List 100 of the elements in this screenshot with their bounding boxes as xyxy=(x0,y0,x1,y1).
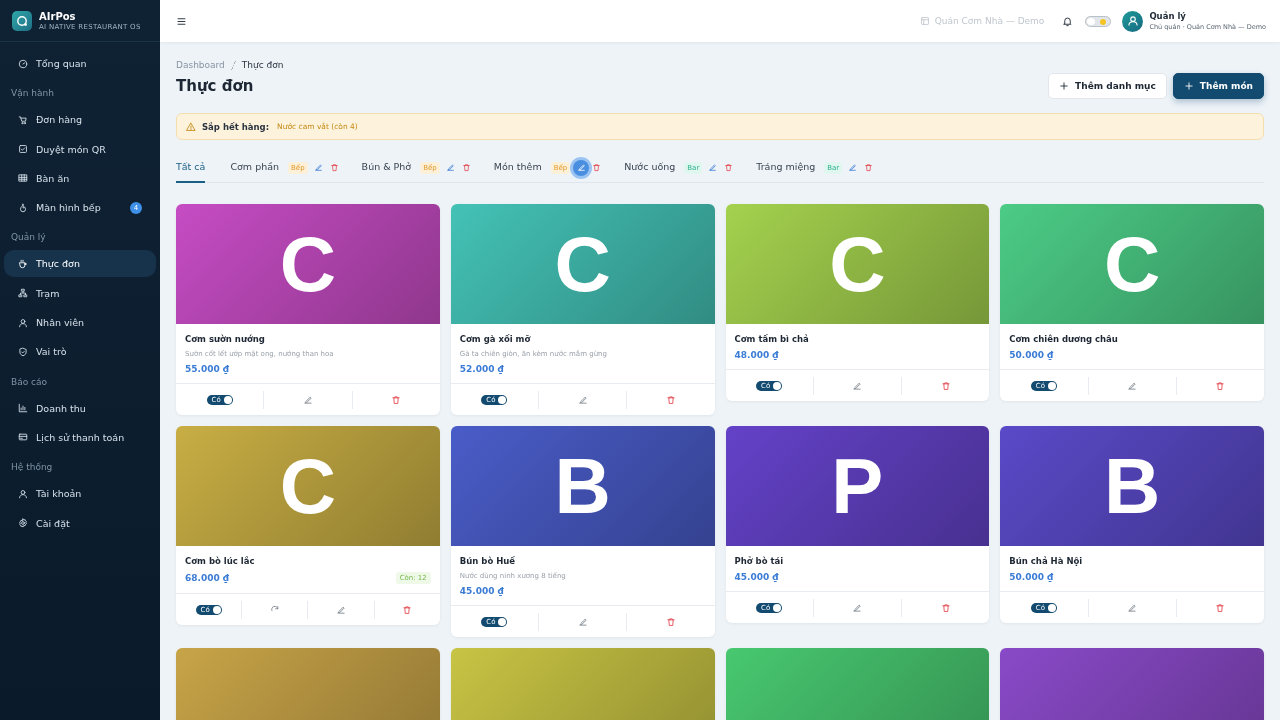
delete-button[interactable] xyxy=(329,162,340,173)
edit-button[interactable] xyxy=(573,159,590,176)
category-tab[interactable]: Bún & Phở xyxy=(361,152,412,183)
delete-icon xyxy=(724,162,734,172)
delete-button[interactable] xyxy=(402,604,413,615)
edit-button[interactable] xyxy=(302,394,313,405)
item-price: 68.000 ₫ xyxy=(185,573,230,583)
sidebar-item[interactable]: Tổng quan xyxy=(4,50,156,77)
delete-icon xyxy=(665,394,676,405)
edit-button[interactable] xyxy=(1127,602,1138,613)
theme-toggle[interactable] xyxy=(1085,15,1112,27)
settings-icon xyxy=(18,518,28,529)
edit-button[interactable] xyxy=(577,616,588,627)
item-name: Bún chả Hà Nội xyxy=(1009,556,1084,566)
sidebar-item[interactable]: Bàn ăn xyxy=(4,164,156,192)
item-price: 45.000 ₫ xyxy=(734,572,779,582)
delete-button[interactable] xyxy=(665,394,676,405)
edit-icon xyxy=(852,602,863,613)
add-button[interactable]: Thêm món xyxy=(1172,73,1264,99)
table-icon xyxy=(18,173,28,184)
warning-icon xyxy=(186,121,196,132)
thumbnail-letter: C xyxy=(279,447,337,525)
thumbnail-letter: C xyxy=(829,225,886,303)
delete-button[interactable] xyxy=(1215,380,1226,391)
menu-button[interactable] xyxy=(176,15,187,27)
user-icon xyxy=(18,488,28,499)
shield-icon xyxy=(18,346,28,357)
edit-icon xyxy=(313,162,323,172)
avatar-icon xyxy=(1122,10,1144,32)
edit-button[interactable] xyxy=(577,394,588,405)
item-price: 50.000 ₫ xyxy=(1009,572,1054,582)
thumbnail-letter: C xyxy=(279,225,337,303)
item-name: Cơm gà xối mỡ xyxy=(459,334,532,344)
item-name: Cơm bò lúc lắc xyxy=(185,556,256,566)
item-name: Bún bò Huế xyxy=(459,556,517,566)
add-button[interactable]: Thêm danh mục xyxy=(1048,73,1167,99)
sidebar-item[interactable]: Đơn hàng xyxy=(4,106,156,134)
item-price: 50.000 ₫ xyxy=(1009,350,1054,360)
edit-icon xyxy=(577,394,588,405)
section-title: Báo cáo xyxy=(10,375,49,389)
category-tab[interactable]: Món thêm xyxy=(493,152,542,183)
edit-button[interactable] xyxy=(852,602,863,613)
sidebar-item[interactable]: Nhân viên xyxy=(4,309,156,337)
flame-icon xyxy=(18,202,28,213)
edit-button[interactable] xyxy=(445,162,456,173)
alert-title: Sắp hết hàng: xyxy=(202,121,270,132)
category-tab[interactable]: Tất cả xyxy=(176,152,206,183)
item-name: Phở bò tái xyxy=(734,556,785,566)
category-tab[interactable]: Tráng miệng xyxy=(756,152,816,183)
edit-button[interactable] xyxy=(852,380,863,391)
sidebar-item[interactable]: Cài đặt xyxy=(4,509,156,537)
sidebar-item[interactable]: Duyệt món QR xyxy=(4,135,156,163)
section-title: Hệ thống xyxy=(10,461,54,475)
delete-icon xyxy=(402,604,413,615)
delete-button[interactable] xyxy=(724,162,735,173)
edit-icon xyxy=(708,162,718,172)
category-tab[interactable]: Cơm phần xyxy=(230,152,280,183)
sidebar-item[interactable]: Tài khoản xyxy=(4,480,156,508)
delete-icon xyxy=(1215,602,1226,613)
logo-icon xyxy=(12,10,32,31)
user-icon xyxy=(18,317,28,328)
gauge-icon xyxy=(18,58,28,69)
cart-icon xyxy=(18,114,28,125)
delete-icon xyxy=(665,616,676,627)
thumbnail-letter: B xyxy=(1103,447,1161,525)
delete-icon xyxy=(940,380,951,391)
edit-button[interactable] xyxy=(708,162,719,173)
edit-button[interactable] xyxy=(848,162,859,173)
bar-chart-icon xyxy=(18,403,28,414)
edit-button[interactable] xyxy=(313,162,324,173)
cup-icon xyxy=(18,259,28,269)
edit-button[interactable] xyxy=(1127,380,1138,391)
edit-icon xyxy=(1127,602,1138,613)
delete-button[interactable] xyxy=(940,380,951,391)
sidebar-item[interactable]: Trạm xyxy=(4,279,156,307)
edit-icon xyxy=(576,163,586,172)
breadcrumb-item: Thực đơn xyxy=(241,60,284,70)
item-price: 45.000 ₫ xyxy=(459,586,504,596)
delete-button[interactable] xyxy=(391,394,402,405)
category-tab[interactable]: Nước uống xyxy=(624,152,676,183)
menu-icon xyxy=(176,15,187,27)
sidebar-item[interactable]: Vai trò xyxy=(4,338,156,366)
edit-icon xyxy=(1127,380,1138,391)
edit-icon xyxy=(852,380,863,391)
notification-button[interactable] xyxy=(1062,15,1074,27)
delete-button[interactable] xyxy=(592,162,603,173)
delete-button[interactable] xyxy=(1215,602,1226,613)
delete-button[interactable] xyxy=(461,162,472,173)
delete-button[interactable] xyxy=(864,162,875,173)
bell-icon xyxy=(1062,15,1074,27)
thumbnail-letter: C xyxy=(554,225,611,303)
sidebar-item[interactable]: Doanh thu xyxy=(4,394,156,422)
card-icon xyxy=(18,432,28,443)
delete-button[interactable] xyxy=(940,602,951,613)
edit-button[interactable] xyxy=(335,604,346,615)
delete-icon xyxy=(329,162,339,172)
sidebar-item[interactable]: Thực đơn xyxy=(4,250,156,278)
edit-icon xyxy=(577,616,588,627)
delete-button[interactable] xyxy=(665,616,676,627)
sidebar-item[interactable]: Lịch sử thanh toán xyxy=(4,423,156,451)
